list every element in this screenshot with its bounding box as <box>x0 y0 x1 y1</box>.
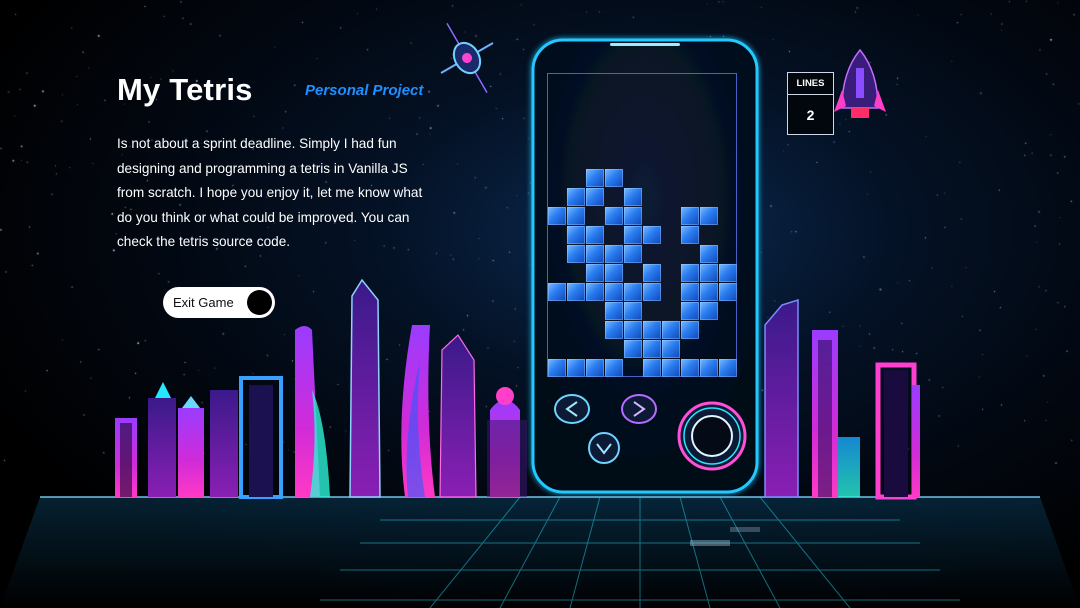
tetris-block <box>624 245 642 263</box>
city-skyline-right <box>764 298 920 500</box>
tetris-block <box>681 359 699 377</box>
tetris-block <box>605 283 623 301</box>
lines-counter: LINES 2 <box>787 72 834 135</box>
tetris-block <box>681 321 699 339</box>
tetris-block <box>700 245 718 263</box>
tetris-block <box>567 283 585 301</box>
page-subtitle: Personal Project <box>305 82 424 99</box>
tetris-block <box>681 264 699 282</box>
tetris-block <box>662 340 680 358</box>
circle-icon <box>691 415 733 457</box>
tetris-block <box>548 283 566 301</box>
toggle-knob <box>247 290 272 315</box>
tetris-block <box>605 302 623 320</box>
move-down-button[interactable] <box>588 432 620 464</box>
rotate-button[interactable] <box>677 401 747 471</box>
tetris-block <box>567 188 585 206</box>
tetris-block <box>643 359 661 377</box>
project-description: Is not about a sprint deadline. Simply I… <box>117 136 423 249</box>
tetris-block <box>719 359 737 377</box>
tetris-block <box>643 283 661 301</box>
tetris-block <box>643 226 661 244</box>
tetris-block <box>586 169 604 187</box>
lines-label: LINES <box>796 78 825 89</box>
tetris-block <box>586 245 604 263</box>
tetris-block <box>643 264 661 282</box>
exit-game-label: Exit Game <box>173 295 234 310</box>
move-right-button[interactable] <box>621 394 657 424</box>
tetris-block <box>586 283 604 301</box>
tetris-block <box>624 283 642 301</box>
tetris-block <box>567 245 585 263</box>
tetris-block <box>681 207 699 225</box>
tetris-block <box>624 321 642 339</box>
tetris-block <box>605 245 623 263</box>
tetris-block <box>586 226 604 244</box>
rocket-decoration <box>834 48 886 118</box>
move-left-button[interactable] <box>554 394 590 424</box>
tetris-block <box>605 321 623 339</box>
tetris-block <box>662 359 680 377</box>
tetris-block <box>719 283 737 301</box>
satellite-decoration <box>440 22 494 94</box>
tetris-block <box>700 207 718 225</box>
tetris-board <box>547 73 737 377</box>
tetris-block <box>605 264 623 282</box>
tetris-block <box>700 359 718 377</box>
tetris-block <box>605 207 623 225</box>
tetris-block <box>700 302 718 320</box>
tetris-block <box>700 283 718 301</box>
tetris-block <box>643 321 661 339</box>
lines-value: 2 <box>806 107 815 123</box>
tetris-block <box>567 359 585 377</box>
neon-floor-grid <box>0 496 1080 608</box>
tetris-block <box>624 207 642 225</box>
tetris-block <box>586 359 604 377</box>
tetris-block <box>624 340 642 358</box>
tetris-block <box>643 340 661 358</box>
tetris-block <box>548 207 566 225</box>
tetris-block <box>586 188 604 206</box>
tetris-block <box>719 264 737 282</box>
tetris-block <box>624 302 642 320</box>
exit-game-toggle[interactable]: Exit Game <box>163 287 275 318</box>
page-title: My Tetris <box>117 72 253 107</box>
tetris-block <box>548 359 566 377</box>
lines-divider <box>788 94 833 95</box>
tetris-block <box>700 264 718 282</box>
tetris-block <box>624 226 642 244</box>
tetris-block <box>624 188 642 206</box>
tetris-block <box>681 302 699 320</box>
tetris-block <box>681 283 699 301</box>
tetris-block <box>567 226 585 244</box>
tetris-block <box>662 321 680 339</box>
tetris-block <box>605 359 623 377</box>
tetris-block <box>681 226 699 244</box>
tetris-block <box>586 264 604 282</box>
tetris-block <box>605 169 623 187</box>
game-stage: My Tetris Personal Project Is not about … <box>0 0 1080 608</box>
tetris-block <box>567 207 585 225</box>
